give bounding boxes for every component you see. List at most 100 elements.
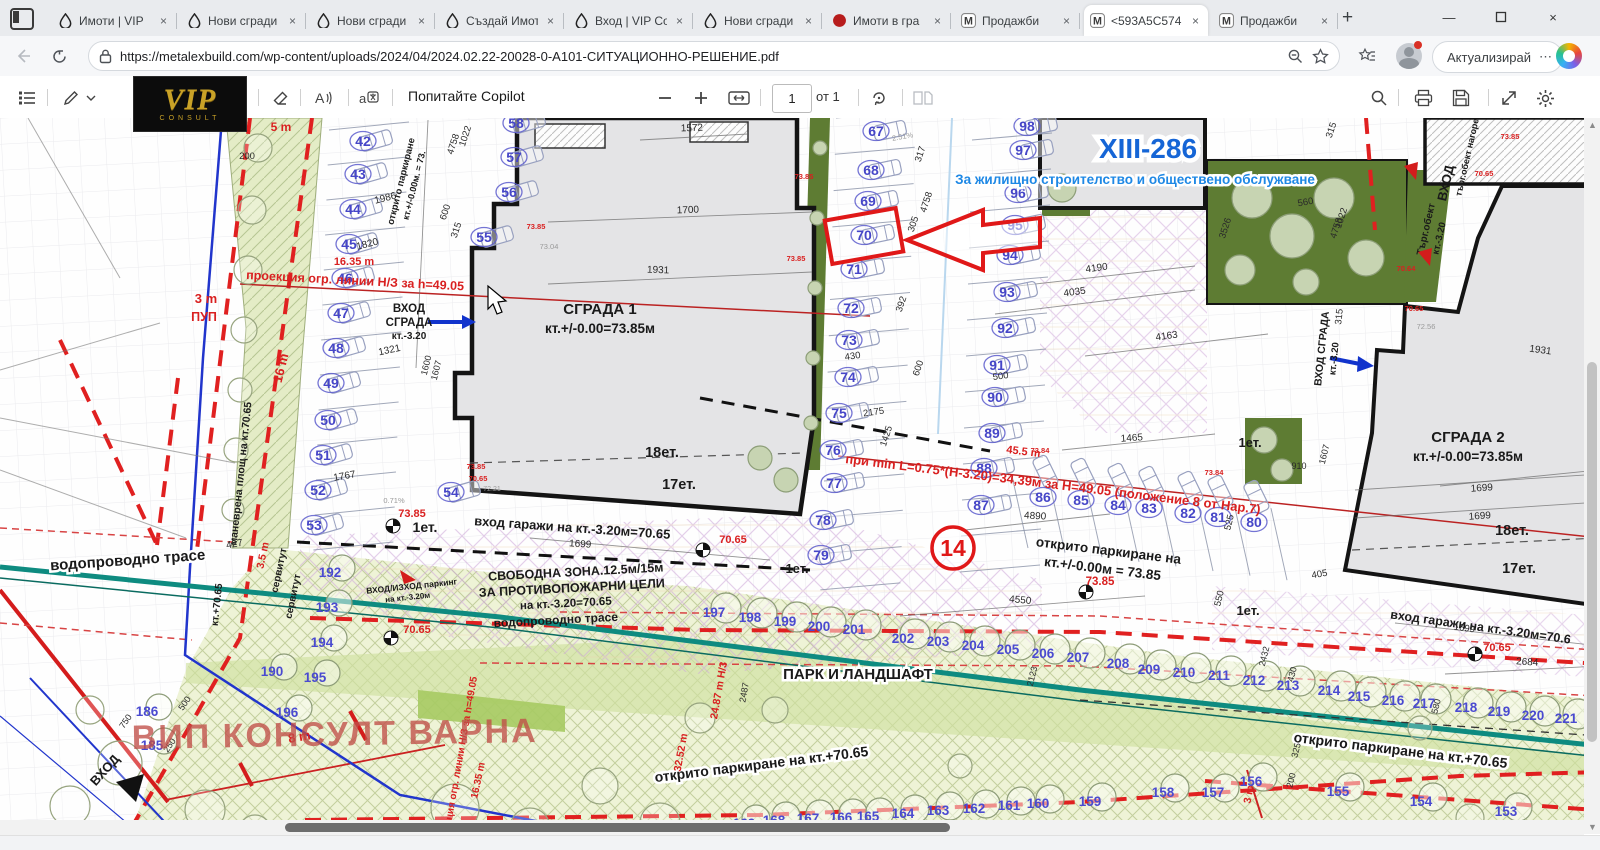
plan-label: 1ет. xyxy=(413,519,438,535)
parcel-number: 186 xyxy=(136,704,159,719)
parking-spot-number: 56 xyxy=(501,184,517,200)
horizontal-scrollbar[interactable] xyxy=(0,820,1584,835)
tab-2[interactable]: Нови сгради × xyxy=(181,5,305,36)
tab-9[interactable]: M<593A5C574× xyxy=(1084,5,1208,36)
plan-label: За жилищно строителство и обществено обс… xyxy=(955,172,1315,187)
fit-width-button[interactable] xyxy=(726,85,752,111)
tab-title: Нови сгради xyxy=(724,14,796,28)
tab-5[interactable]: Вход | VIP Co× xyxy=(568,5,692,36)
gear-icon xyxy=(1536,89,1555,108)
tab-8[interactable]: M Продажби × xyxy=(955,5,1079,36)
vertical-scrollbar-thumb[interactable] xyxy=(1587,362,1597,742)
plan-label: 0.71% xyxy=(383,496,405,505)
plan-label: 73.85 xyxy=(1501,132,1520,141)
copilot-icon[interactable] xyxy=(1556,43,1582,69)
expand-button[interactable] xyxy=(1496,85,1522,111)
page-view-button[interactable] xyxy=(910,85,936,111)
collections-button[interactable] xyxy=(1354,43,1380,69)
plan-label: кт.+/-0.00=73.85м xyxy=(545,321,655,336)
tab-3[interactable]: Нови сгради× xyxy=(310,5,434,36)
plan-label: 17ет. xyxy=(1502,561,1536,577)
rotate-button[interactable] xyxy=(866,85,892,111)
tab-close-icon[interactable]: × xyxy=(544,14,557,28)
plan-label: 1ет. xyxy=(1238,435,1261,450)
parcel-number: 164 xyxy=(892,806,915,821)
horizontal-scrollbar-thumb[interactable] xyxy=(285,823,950,832)
parcel-number: 198 xyxy=(739,610,762,625)
parcel-number: 211 xyxy=(1208,668,1230,683)
plan-label: 70.65 xyxy=(1475,169,1494,178)
svg-text:M: M xyxy=(1222,15,1231,27)
tab-7[interactable]: Имоти в гра× xyxy=(826,5,950,36)
svg-text:M: M xyxy=(964,15,973,27)
tree-icon xyxy=(810,211,824,225)
tab-close-icon[interactable]: × xyxy=(415,14,428,28)
plan-polygon xyxy=(1040,208,1207,433)
scroll-down-icon[interactable]: ▼ xyxy=(1588,823,1596,831)
translate-button[interactable]: a xyxy=(356,85,382,111)
tab-close-icon[interactable]: × xyxy=(1189,14,1202,28)
print-button[interactable] xyxy=(1410,85,1436,111)
plan-label: 1ет. xyxy=(785,561,808,576)
back-button[interactable] xyxy=(10,43,36,69)
zoom-out-icon[interactable] xyxy=(1287,48,1304,65)
scroll-up-icon[interactable]: ▲ xyxy=(1588,121,1596,129)
pdf-page-site-plan: 1971981992002012022032042052062072082092… xyxy=(0,118,1584,834)
tab-close-icon[interactable]: × xyxy=(1060,14,1073,28)
tab-close-icon[interactable]: × xyxy=(802,14,815,28)
save-button[interactable] xyxy=(1448,85,1474,111)
parking-spot-number: 45 xyxy=(341,236,357,252)
restore-button[interactable] xyxy=(1478,0,1524,34)
draw-button[interactable] xyxy=(58,85,84,111)
parcel-number: 194 xyxy=(311,635,334,650)
zoom-in-button[interactable] xyxy=(688,85,714,111)
more-options-icon[interactable]: ⋯ xyxy=(1539,49,1552,65)
reload-button[interactable] xyxy=(46,43,72,69)
parking-spot-number: 76 xyxy=(825,442,841,458)
tab-close-icon[interactable]: × xyxy=(286,14,299,28)
plan-label: 1699 xyxy=(1468,510,1491,523)
tab-close-icon[interactable]: × xyxy=(931,14,944,28)
search-icon xyxy=(1370,89,1388,107)
tab-title: Продажби xyxy=(982,14,1054,28)
tab-6[interactable]: Нови сгради × xyxy=(697,5,821,36)
parcel-number: 216 xyxy=(1382,693,1405,708)
drop-favicon xyxy=(58,13,73,28)
parcel-number: 157 xyxy=(1202,785,1225,800)
drop-favicon xyxy=(445,13,460,28)
page-number-input[interactable] xyxy=(772,84,812,113)
zoom-out-button[interactable] xyxy=(652,85,678,111)
red-dot-favicon xyxy=(832,13,847,28)
ask-copilot-button[interactable]: Попитайте Copilot xyxy=(408,88,525,104)
browser-window: Имоти | VIP×Нови сгради×Нови сгради×Създ… xyxy=(0,0,1600,850)
parking-spot-number: 58 xyxy=(508,118,524,131)
tab-4[interactable]: Създай Имот× xyxy=(439,5,563,36)
plan-label: СГРАДА xyxy=(386,317,433,329)
update-button[interactable]: Актуализирай ⋯ xyxy=(1432,41,1563,73)
vertical-scrollbar[interactable]: ▲ ▼ xyxy=(1584,118,1600,834)
tab-close-icon[interactable]: × xyxy=(673,14,686,28)
toc-button[interactable] xyxy=(14,85,40,111)
tree-icon xyxy=(1408,716,1432,740)
close-window-button[interactable]: × xyxy=(1530,0,1576,34)
erase-button[interactable] xyxy=(268,85,294,111)
tab-1[interactable]: Имоти | VIP× xyxy=(52,5,176,36)
tab-10[interactable]: M Продажби × xyxy=(1213,5,1337,36)
tab-title: Продажби xyxy=(1240,14,1312,28)
read-aloud-button[interactable]: A xyxy=(310,85,336,111)
search-button[interactable] xyxy=(1366,85,1392,111)
url-field[interactable]: https://metalexbuild.com/wp-content/uplo… xyxy=(88,41,1340,71)
tab-close-icon[interactable]: × xyxy=(1318,14,1331,28)
workspaces-icon[interactable] xyxy=(10,8,34,30)
tree-icon xyxy=(582,768,618,804)
collections-icon xyxy=(1358,47,1377,65)
settings-button[interactable] xyxy=(1532,85,1558,111)
favorite-star-icon[interactable] xyxy=(1312,48,1329,65)
tree-icon xyxy=(238,196,266,224)
tab-close-icon[interactable]: × xyxy=(157,14,170,28)
parcel-number: 208 xyxy=(1107,656,1130,671)
draw-menu-chevron[interactable] xyxy=(84,85,98,111)
tab-title: Нови сгради xyxy=(208,14,280,28)
minimize-button[interactable]: — xyxy=(1426,0,1472,34)
new-tab-button[interactable]: + xyxy=(1342,7,1353,29)
